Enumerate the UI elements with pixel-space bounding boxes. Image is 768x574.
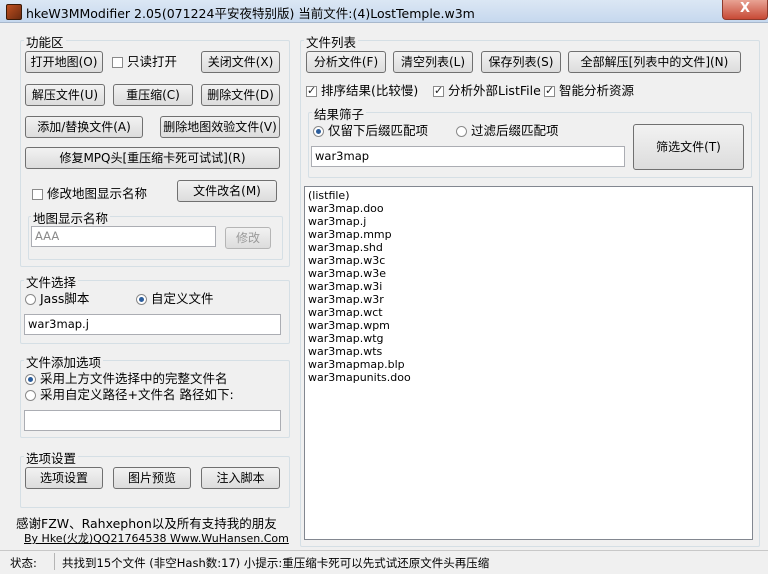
modify-display-name-button[interactable]: 修改: [225, 227, 271, 249]
close-button[interactable]: X: [722, 0, 768, 20]
file-list-item[interactable]: (listfile): [308, 189, 749, 202]
title-bar: hkeW3MModifier 2.05(071224平安夜特别版) 当前文件:(…: [0, 0, 768, 23]
checkbox-box: [433, 84, 444, 98]
radio-circle: [456, 126, 467, 137]
analyze-external-listfile-checkbox[interactable]: 分析外部ListFile: [433, 84, 541, 98]
app-icon: [6, 4, 22, 20]
file-list-item[interactable]: war3map.doo: [308, 202, 749, 215]
sort-results-checkbox[interactable]: 排序结果(比较慢): [306, 84, 418, 98]
add-options-label: 文件添加选项: [24, 352, 104, 371]
function-group-label: 功能区: [24, 32, 66, 51]
radio-circle: [313, 126, 324, 137]
file-list-item[interactable]: war3map.wts: [308, 345, 749, 358]
radio-circle: [25, 294, 36, 305]
file-list-item[interactable]: war3map.wpm: [308, 319, 749, 332]
jass-script-radio[interactable]: Jass脚本: [25, 292, 89, 306]
keep-suffix-radio[interactable]: 仅留下后缀匹配项: [313, 124, 428, 138]
display-name-label: 地图显示名称: [31, 208, 111, 227]
close-file-button[interactable]: 关闭文件(X): [201, 51, 280, 73]
file-list-item[interactable]: war3map.w3c: [308, 254, 749, 267]
open-map-button[interactable]: 打开地图(O): [25, 51, 103, 73]
smart-analyze-checkbox[interactable]: 智能分析资源: [544, 84, 634, 98]
save-list-button[interactable]: 保存列表(S): [481, 51, 561, 73]
status-separator: [54, 553, 55, 570]
filter-label: 结果筛子: [312, 104, 367, 123]
display-name-input[interactable]: AAA: [31, 226, 216, 247]
modify-display-name-checkbox[interactable]: 修改地图显示名称: [32, 187, 147, 201]
use-full-filename-radio[interactable]: 采用上方文件选择中的完整文件名: [25, 372, 228, 386]
file-list-item[interactable]: war3map.w3e: [308, 267, 749, 280]
remove-verify-file-button[interactable]: 删除地图效验文件(V): [160, 116, 280, 138]
selected-file-input[interactable]: war3map.j: [24, 314, 281, 335]
file-list-item[interactable]: war3map.j: [308, 215, 749, 228]
filter-suffix-radio[interactable]: 过滤后缀匹配项: [456, 124, 559, 138]
rename-file-button[interactable]: 文件改名(M): [177, 180, 277, 202]
file-list-item[interactable]: war3mapmap.blp: [308, 358, 749, 371]
file-list-item[interactable]: war3map.mmp: [308, 228, 749, 241]
checkbox-box: [32, 189, 43, 200]
custom-file-radio[interactable]: 自定义文件: [136, 292, 214, 306]
radio-circle: [25, 374, 36, 385]
radio-circle: [25, 390, 36, 401]
file-list-item[interactable]: war3mapunits.doo: [308, 371, 749, 384]
filter-files-button[interactable]: 筛选文件(T): [633, 124, 744, 170]
status-label: 状态:: [10, 556, 37, 570]
extract-file-button[interactable]: 解压文件(U): [25, 84, 105, 106]
file-select-label: 文件选择: [24, 272, 79, 291]
filter-input[interactable]: war3map: [311, 146, 625, 167]
file-list-item[interactable]: war3map.shd: [308, 241, 749, 254]
image-preview-button[interactable]: 图片预览: [113, 467, 191, 489]
file-list-items: (listfile) war3map.doo war3map.j war3map.mm…: [308, 189, 749, 384]
clear-list-button[interactable]: 清空列表(L): [393, 51, 473, 73]
readonly-open-checkbox[interactable]: 只读打开: [112, 55, 177, 69]
use-custom-path-radio[interactable]: 采用自定义路径+文件名 路径如下:: [25, 388, 234, 402]
radio-circle: [136, 294, 147, 305]
checkbox-box: [544, 84, 555, 98]
file-list-item[interactable]: war3map.w3i: [308, 280, 749, 293]
options-button[interactable]: 选项设置: [25, 467, 103, 489]
custom-path-input[interactable]: [24, 410, 281, 431]
checkbox-box: [112, 57, 123, 68]
inject-script-button[interactable]: 注入脚本: [201, 467, 280, 489]
delete-file-button[interactable]: 删除文件(D): [201, 84, 280, 106]
window-title: hkeW3MModifier 2.05(071224平安夜特别版) 当前文件:(…: [26, 6, 475, 21]
status-text: 共找到15个文件 (非空Hash数:17) 小提示:重压缩卡死可以先式试还原文件…: [62, 556, 490, 570]
file-list-item[interactable]: war3map.wct: [308, 306, 749, 319]
analyze-file-button[interactable]: 分析文件(F): [306, 51, 386, 73]
file-list-item[interactable]: war3map.w3r: [308, 293, 749, 306]
file-list-label: 文件列表: [304, 32, 359, 51]
fix-mpq-header-button[interactable]: 修复MPQ头[重压缩卡死可试试](R): [25, 147, 280, 169]
author-link[interactable]: By Hke(火龙)QQ21764538 Www.WuHansen.Com: [24, 530, 289, 546]
extract-all-button[interactable]: 全部解压[列表中的文件](N): [568, 51, 741, 73]
file-list-item[interactable]: war3map.wtg: [308, 332, 749, 345]
checkbox-box: [306, 84, 317, 98]
settings-label: 选项设置: [24, 448, 79, 467]
status-bar: 状态: 共找到15个文件 (非空Hash数:17) 小提示:重压缩卡死可以先式试…: [0, 550, 768, 574]
recompress-button[interactable]: 重压缩(C): [113, 84, 193, 106]
add-replace-file-button[interactable]: 添加/替换文件(A): [25, 116, 143, 138]
file-listbox[interactable]: (listfile) war3map.doo war3map.j war3map.mm…: [304, 186, 753, 540]
